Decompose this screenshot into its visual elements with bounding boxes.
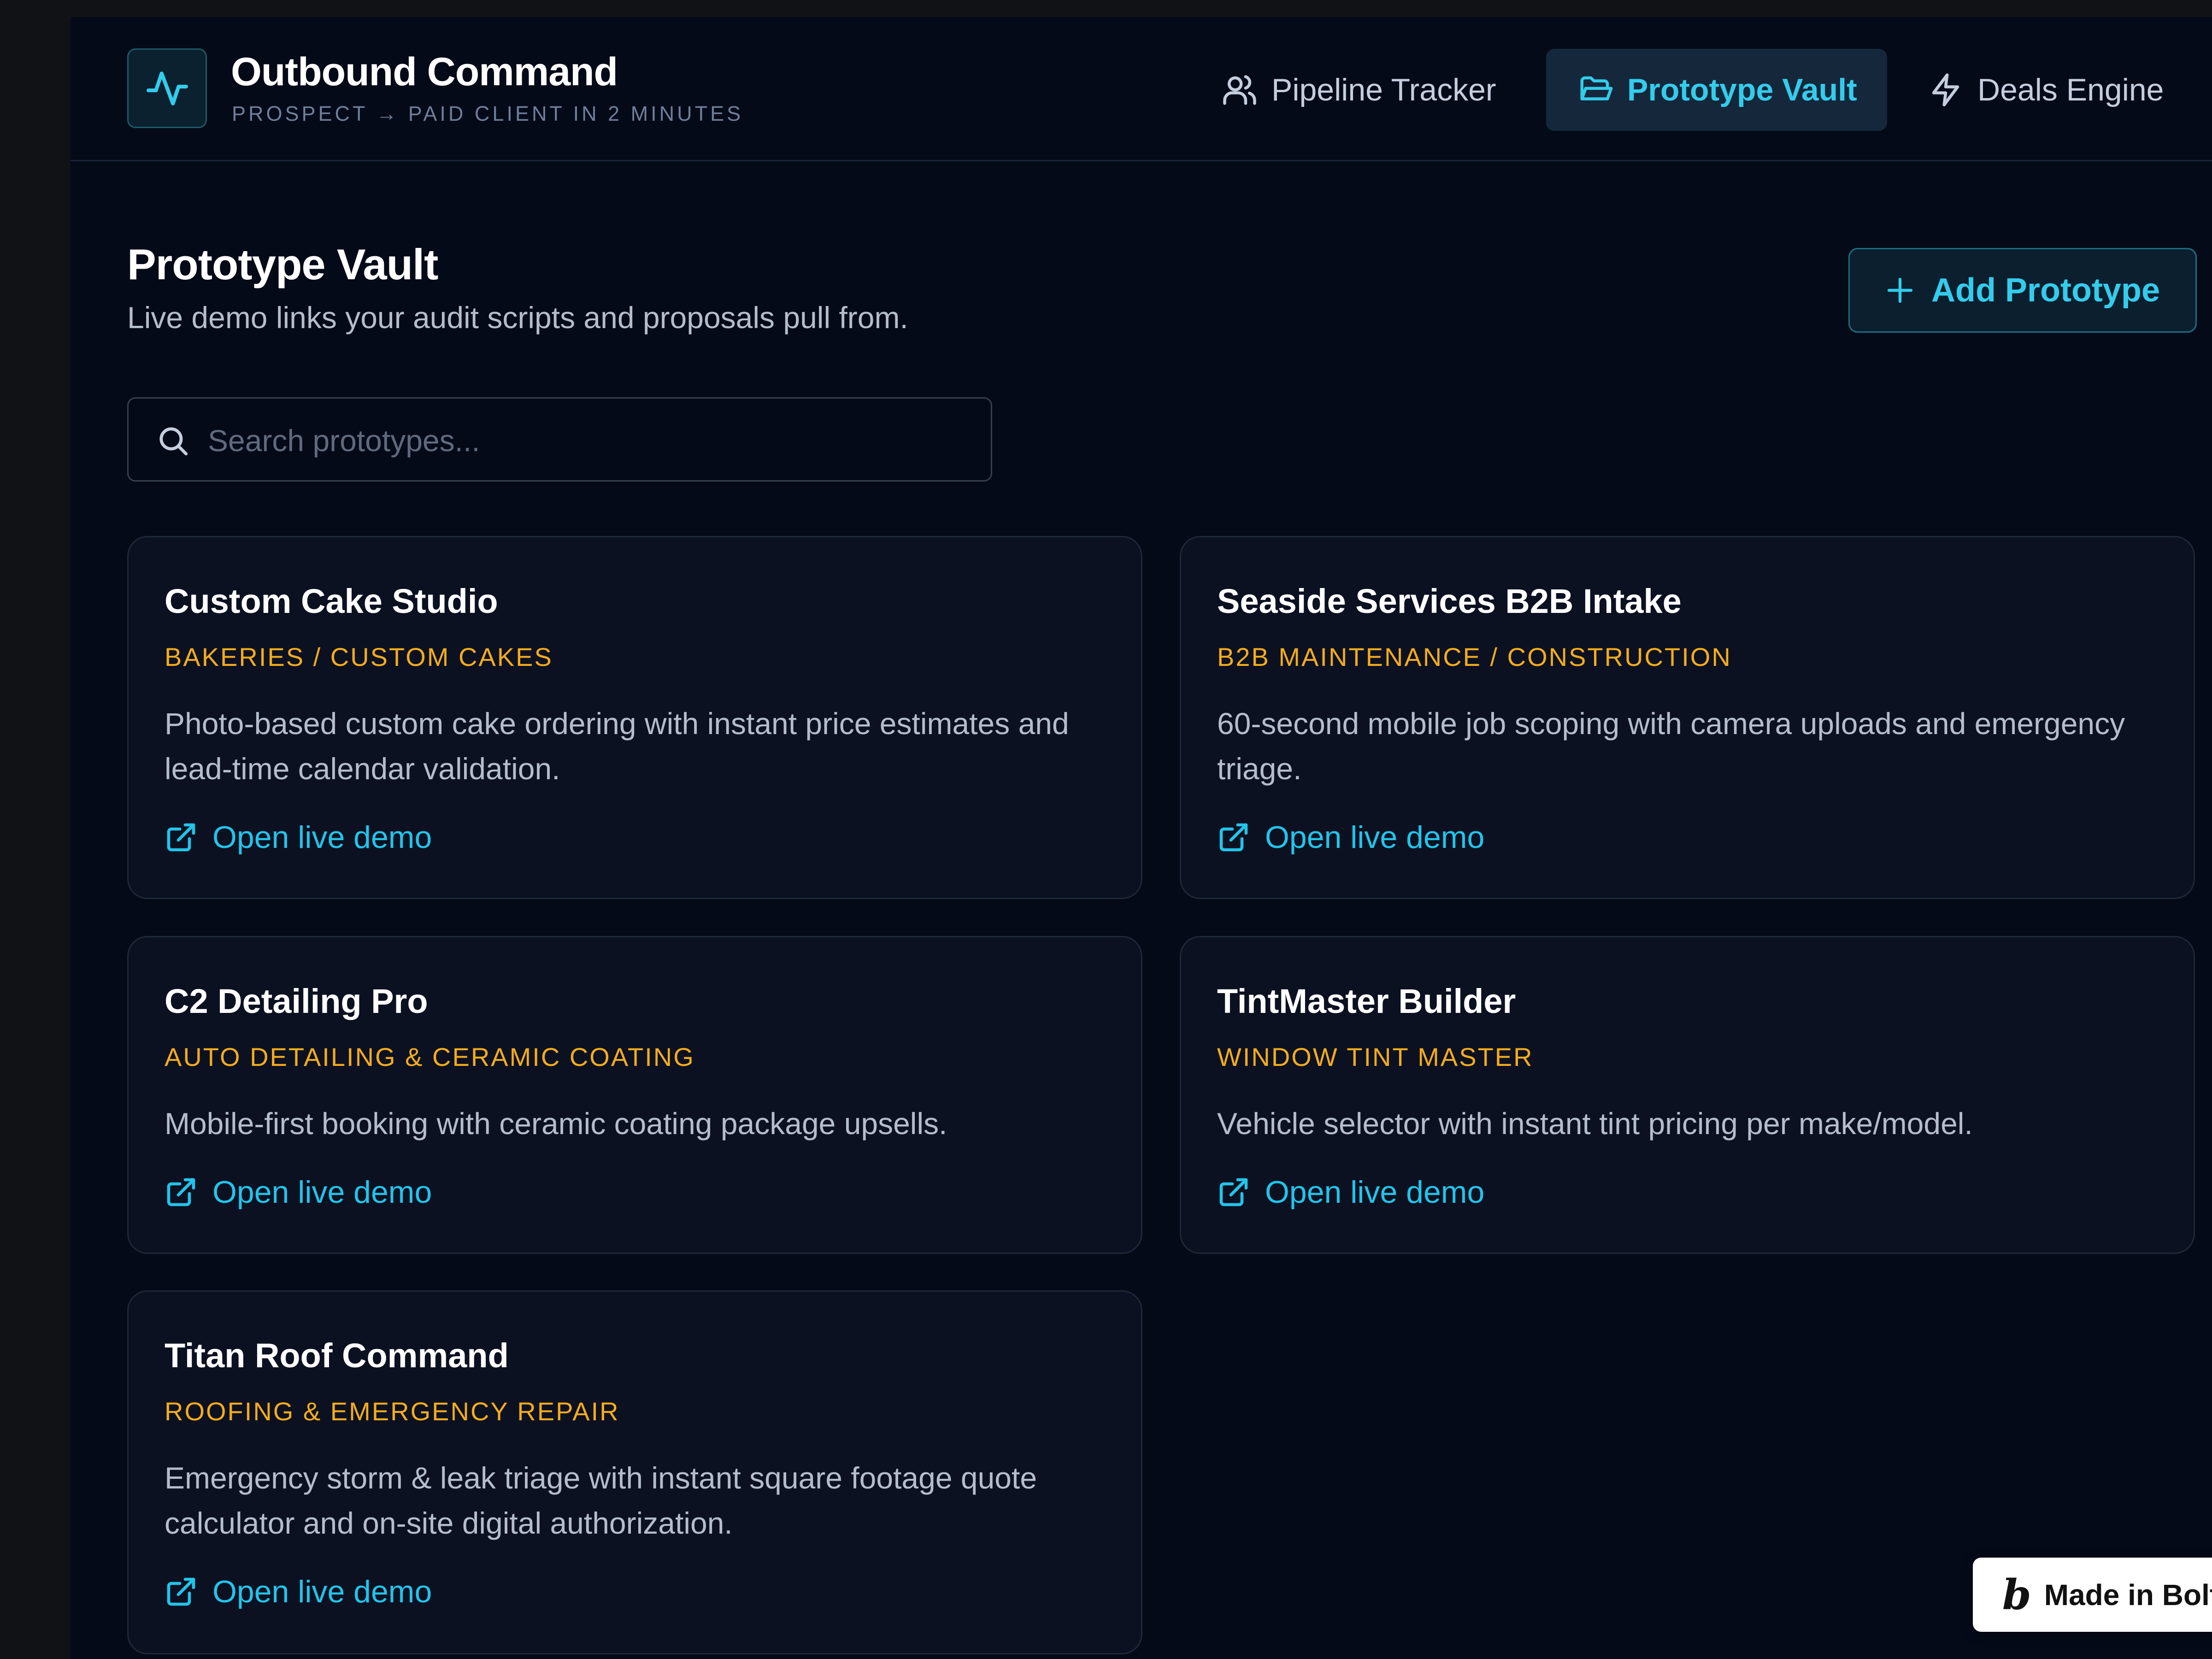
prototype-description: Photo-based custom cake ordering with in… <box>165 706 1069 786</box>
page-subtitle: Live demo links your audit scripts and p… <box>127 300 908 335</box>
prototype-description: Vehicle selector with instant tint prici… <box>1217 1106 1973 1141</box>
external-link-icon <box>1219 1178 1248 1206</box>
search-icon <box>159 427 188 456</box>
external-link-icon <box>1219 823 1248 852</box>
prototype-description: 60-second mobile job scoping with camera… <box>1217 706 2125 786</box>
app-tagline: PROSPECT → PAID CLIENT IN 2 MINUTES <box>232 102 744 125</box>
prototype-title: Seaside Services B2B Intake <box>1217 582 1682 620</box>
app-header: Outbound Command PROSPECT → PAID CLIENT … <box>71 17 2212 161</box>
open-live-demo-label: Open live demo <box>212 1175 432 1210</box>
external-link-icon <box>167 1178 195 1206</box>
external-link-icon <box>167 1577 195 1606</box>
prototype-category: AUTO DETAILING & CERAMIC COATING <box>165 1042 695 1071</box>
prototype-card: Titan Roof Command ROOFING & EMERGENCY R… <box>127 1290 1142 1654</box>
prototype-description: Mobile-first booking with ceramic coatin… <box>165 1106 947 1141</box>
open-live-demo-link[interactable]: Open live demo <box>1217 819 1484 855</box>
made-in-bolt-badge[interactable]: b Made in Bolt <box>1973 1558 2212 1632</box>
external-link-icon <box>167 823 195 852</box>
prototype-card: Custom Cake Studio BAKERIES / CUSTOM CAK… <box>127 536 1142 899</box>
open-live-demo-label: Open live demo <box>1265 820 1485 855</box>
open-live-demo-link[interactable]: Open live demo <box>1217 1174 1484 1210</box>
prototype-description: Emergency storm & leak triage with insta… <box>165 1461 1037 1540</box>
add-prototype-label: Add Prototype <box>1931 272 2160 309</box>
lightning-icon <box>1932 73 1959 106</box>
prototype-category: B2B MAINTENANCE / CONSTRUCTION <box>1217 642 1732 671</box>
prototype-category: ROOFING & EMERGENCY REPAIR <box>165 1397 620 1426</box>
prototype-card: TintMaster Builder WINDOW TINT MASTER Ve… <box>1180 936 2195 1254</box>
activity-pulse-icon <box>146 71 188 106</box>
prototype-category: WINDOW TINT MASTER <box>1217 1042 1534 1071</box>
prototype-title: Titan Roof Command <box>165 1336 509 1375</box>
nav-tab-label: Pipeline Tracker <box>1271 72 1496 107</box>
app-window: Outbound Command PROSPECT → PAID CLIENT … <box>71 17 2212 1659</box>
plus-icon <box>1887 277 1913 303</box>
page-title: Prototype Vault <box>127 240 438 288</box>
nav-tab-label: Prototype Vault <box>1627 72 1857 107</box>
open-live-demo-label: Open live demo <box>212 820 432 855</box>
open-live-demo-link[interactable]: Open live demo <box>165 1174 432 1210</box>
nav-tab-deals-engine[interactable]: Deals Engine <box>1928 49 2164 131</box>
nav-tab-prototype-vault[interactable]: Prototype Vault <box>1546 49 1887 131</box>
prototype-card: C2 Detailing Pro AUTO DETAILING & CERAMI… <box>127 936 1142 1254</box>
users-icon <box>1223 75 1256 105</box>
app-logo[interactable] <box>127 48 207 128</box>
nav-tab-label: Deals Engine <box>1977 72 2164 107</box>
add-prototype-button[interactable]: Add Prototype <box>1848 248 2197 333</box>
prototype-card: Seaside Services B2B Intake B2B MAINTENA… <box>1180 536 2195 899</box>
search-input[interactable] <box>207 417 969 464</box>
open-live-demo-link[interactable]: Open live demo <box>165 819 432 855</box>
bolt-logo-icon: b <box>2002 1570 2031 1619</box>
nav-tab-pipeline-tracker[interactable]: Pipeline Tracker <box>1222 49 1496 131</box>
prototype-category: BAKERIES / CUSTOM CAKES <box>165 642 553 671</box>
made-in-bolt-label: Made in Bolt <box>2044 1578 2212 1612</box>
open-live-demo-label: Open live demo <box>1265 1175 1485 1210</box>
folder-icon <box>1580 76 1613 100</box>
app-title: Outbound Command <box>231 50 618 94</box>
search-box[interactable] <box>127 397 992 482</box>
prototype-title: C2 Detailing Pro <box>165 982 428 1020</box>
open-live-demo-link[interactable]: Open live demo <box>165 1574 432 1610</box>
prototype-title: TintMaster Builder <box>1217 982 1516 1020</box>
open-live-demo-label: Open live demo <box>212 1574 432 1609</box>
prototype-title: Custom Cake Studio <box>165 582 498 620</box>
